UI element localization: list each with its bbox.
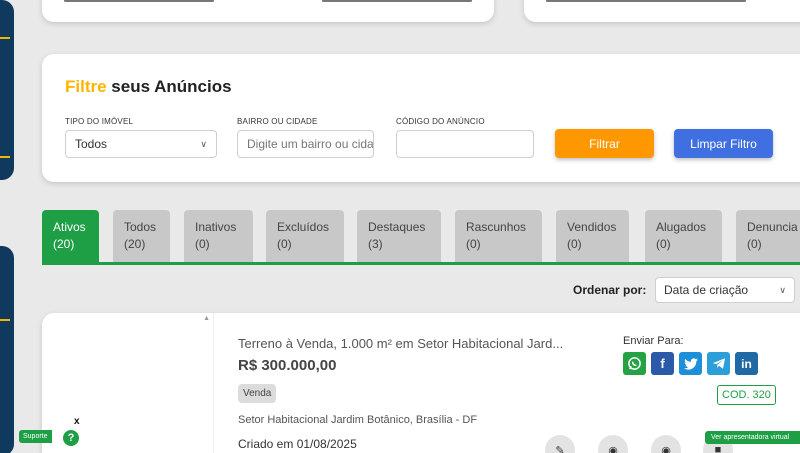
tab-destaques[interactable]: Destaques (3) [357,210,441,262]
stats-card [42,0,494,22]
property-type-value: Todos [75,137,108,151]
stats-card-bar [64,0,214,2]
tab-count: (0) [747,237,762,251]
linkedin-icon[interactable]: in [735,352,758,375]
tab-count: (0) [656,237,671,251]
tab-label: Rascunhos [466,220,527,234]
sidebar-fragment-top [0,0,14,180]
sidebar-divider [0,319,10,321]
tab-excluidos[interactable]: Excluídos (0) [266,210,344,262]
view-icon[interactable]: ◉ [598,435,628,453]
tab-count: (0) [195,237,210,251]
tab-label: Alugados [656,220,707,234]
listing-type-badge: Venda [238,384,277,403]
share-icons: f in [623,352,758,375]
filter-title: Filtre seus Anúncios [65,77,232,97]
codigo-input[interactable] [396,130,534,158]
tab-count: (3) [368,237,383,251]
virtual-presenter-button[interactable]: Ver apresentadora virtual [705,431,800,444]
support-close-button[interactable]: x [74,416,80,427]
listing-card: ▲ Terreno à Venda, 1.000 m² em Setor Hab… [42,313,800,453]
status-tabs: Ativos (20) Todos (20) Inativos (0) Excluíd… [42,210,800,265]
tab-label: Todos [124,220,157,234]
whatsapp-icon[interactable] [623,352,646,375]
tab-count: (0) [466,237,481,251]
tab-count: (20) [53,237,75,251]
help-icon[interactable]: ? [61,428,81,448]
stats-card [524,0,800,22]
telegram-icon[interactable] [707,352,730,375]
tab-count: (0) [567,237,582,251]
listing-location: Setor Habitacional Jardim Botânico, Bras… [238,414,478,426]
twitter-icon[interactable] [679,352,702,375]
bairro-input[interactable]: Digite um bairro ou cidade [237,130,374,158]
tab-rascunhos[interactable]: Rascunhos (0) [455,210,542,262]
codigo-label: CÓDIGO DO ANÚNCIO [396,117,485,126]
bairro-label: BAIRRO OU CIDADE [237,117,318,126]
preview-icon[interactable]: ◉ [651,435,681,453]
filter-panel: Filtre seus Anúncios TIPO DO IMÓVEL Todo… [42,54,800,182]
stats-card-bar [546,0,746,2]
tab-todos[interactable]: Todos (20) [113,210,170,262]
tab-label: Inativos [195,220,237,234]
support-label[interactable]: Suporte [19,430,52,443]
facebook-icon[interactable]: f [651,352,674,375]
sidebar-fragment-bottom [0,246,14,453]
listing-created-date: Criado em 01/08/2025 [238,437,357,451]
chevron-down-icon: ∨ [200,138,207,149]
tab-inativos[interactable]: Inativos (0) [184,210,253,262]
tab-alugados[interactable]: Alugados (0) [645,210,722,262]
listing-code-badge: COD. 320 [717,385,776,405]
edit-icon[interactable]: ✎ [545,435,575,453]
chevron-down-icon: ∨ [779,284,786,295]
sidebar-divider [0,156,10,158]
filter-title-highlight: Filtre [65,77,107,96]
sort-value: Data de criação [664,283,749,297]
tabs-underline [42,262,800,265]
listing-price: R$ 300.000,00 [238,357,337,374]
sort-label: Ordenar por: [573,283,647,297]
tab-count: (20) [124,237,146,251]
tab-vendidos[interactable]: Vendidos (0) [556,210,629,262]
tab-label: Destaques [368,220,426,234]
sidebar-divider [0,37,10,39]
filter-button[interactable]: Filtrar [555,129,654,158]
scroll-up-icon[interactable]: ▲ [203,315,210,322]
share-label: Enviar Para: [623,335,684,347]
tab-label: Denuncia [747,220,798,234]
clear-filter-button[interactable]: Limpar Filtro [674,129,773,158]
filter-title-rest: seus Anúncios [106,77,232,96]
sort-select[interactable]: Data de criação ∨ [655,277,795,303]
tab-count: (0) [277,237,292,251]
tab-denuncia[interactable]: Denuncia (0) [736,210,800,262]
property-type-select[interactable]: Todos ∨ [65,130,217,158]
tab-label: Vendidos [567,220,617,234]
listing-title[interactable]: Terreno à Venda, 1.000 m² em Setor Habit… [238,336,563,351]
type-label: TIPO DO IMÓVEL [65,117,134,126]
stats-card-bar [322,0,472,2]
tab-label: Excluídos [277,220,330,234]
tab-label: Ativos [53,220,86,234]
tab-ativos[interactable]: Ativos (20) [42,210,99,262]
